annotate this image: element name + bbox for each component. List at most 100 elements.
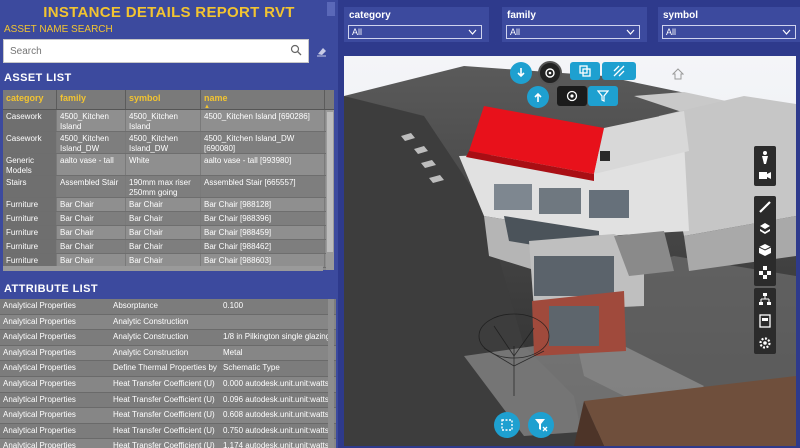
settings-icon[interactable] [758,336,772,350]
upload-icon [534,92,542,102]
column-header-name-label: name [204,93,228,103]
clear-filter-icon [535,419,548,432]
attribute-row[interactable]: Analytical Properties Heat Transfer Coeff… [0,393,336,409]
table-cell: Furniture [3,198,57,211]
attribute-cell: 0.100 [223,301,244,310]
attribute-cell: Analytic Construction [113,347,189,357]
table-row[interactable]: Casework 4500_Kitchen Island 4500_Kitchen … [3,110,334,132]
attribute-cell: 0.000 autodesk.unit.unit:watts... [223,378,328,388]
asset-table-header: category family symbol name ▲ [3,90,334,110]
attribute-cell [220,315,328,330]
symbol-select[interactable]: All [662,25,796,39]
chevron-down-icon [468,29,477,35]
attribute-table-scrollbar[interactable] [328,299,334,448]
table-cell: 4500_Kitchen Island_DW [690080] [201,132,325,153]
attribute-row[interactable]: Analytical Properties Heat Transfer Coeff… [0,424,336,440]
family-select[interactable]: All [506,25,640,39]
table-cell: Casework [3,132,57,153]
table-cell: Bar Chair [57,240,126,253]
attribute-table: Analytical Properties Absorptance 0.100 Ana… [0,299,336,448]
orbit-button[interactable] [538,61,562,85]
table-row[interactable]: Furniture Bar Chair Bar Chair Bar Chair [98… [3,198,334,212]
table-cell: Bar Chair [988128] [201,198,325,211]
filter-button[interactable] [588,86,618,106]
search-box[interactable] [3,39,309,63]
column-header-symbol[interactable]: symbol [126,90,201,109]
download-button[interactable] [510,62,532,84]
select-box-icon [501,419,513,431]
tree-icon[interactable] [758,292,772,306]
attribute-cell: 1.174 autodesk.unit.unit:watts... [223,441,328,448]
home-icon[interactable] [672,68,684,80]
table-cell: Bar Chair [57,198,126,211]
symbol-select-value: All [666,27,677,37]
attribute-table-body: Analytical Properties Absorptance 0.100 Ana… [0,299,336,448]
scrollbar-thumb[interactable] [327,112,333,252]
table-row[interactable]: Furniture Bar Chair Bar Chair Bar Chair [98… [3,212,334,226]
table-row[interactable]: Generic Models aalto vase - tall White aalt… [3,154,334,176]
section-icon[interactable] [758,221,772,235]
attribute-list-title: ATTRIBUTE LIST [4,283,98,295]
table-cell: 4500_Kitchen Island [57,110,126,131]
table-row[interactable]: Furniture Bar Chair Bar Chair Bar Chair [98… [3,240,334,254]
explode-icon[interactable] [758,265,772,279]
table-cell: Bar Chair [126,226,201,239]
attribute-row[interactable]: Analytical Properties Analytic Constructi… [0,330,336,346]
attribute-cell: Analytical Properties [3,363,76,373]
search-input[interactable] [4,40,274,62]
table-cell: Assembled Stair [665557] [201,176,325,197]
asset-list-title: ASSET LIST [4,72,72,84]
attribute-row[interactable]: Analytical Properties Heat Transfer Coeff… [0,439,336,448]
attribute-row[interactable]: Analytical Properties Heat Transfer Coeff… [0,376,336,393]
attribute-cell: Analytical Properties [3,394,76,404]
attribute-row[interactable]: Analytical Properties Absorptance 0.100 [0,299,336,315]
model-viewer[interactable] [344,56,796,446]
person-icon[interactable] [758,150,772,164]
camera-icon[interactable] [758,168,772,182]
asset-table: category family symbol name ▲ Casework 45… [3,90,334,270]
category-select[interactable]: All [348,25,482,39]
attribute-cell: Heat Transfer Coefficient (U) [113,410,215,420]
copy-button[interactable] [570,62,600,80]
asset-table-hscrollbar[interactable] [3,266,323,271]
attribute-cell: Analytical Properties [3,301,76,310]
hatch-button[interactable] [602,62,636,80]
family-filter-label: family [507,10,536,21]
attribute-row[interactable]: Analytical Properties Analytic Constructi… [0,314,336,331]
symbol-filter: symbol All [658,7,800,42]
attribute-cell: Analytical Properties [3,441,76,448]
table-row[interactable]: Furniture Bar Chair Bar Chair Bar Chair [98… [3,226,334,240]
attribute-cell: 0.096 autodesk.unit.unit:watts... [223,394,328,404]
asset-table-scrollbar[interactable] [326,110,334,270]
attribute-row[interactable]: Analytical Properties Heat Transfer Coeff… [0,408,336,424]
table-cell: aalto vase - tall [993980] [201,154,325,175]
properties-icon[interactable] [758,314,772,328]
table-cell: Bar Chair [126,212,201,225]
target-button[interactable] [557,86,587,106]
panel-scrollbar[interactable] [327,2,335,16]
select-box-button[interactable] [494,412,520,438]
table-cell: 190mm max riser 250mm going [126,176,201,197]
sort-ascending-icon: ▲ [204,104,210,110]
table-cell: Bar Chair [988462] [201,240,325,253]
table-cell: aalto vase - tall [57,154,126,175]
clear-filter-button[interactable] [528,412,554,438]
chevron-down-icon [782,29,791,35]
table-row[interactable]: Casework 4500_Kitchen Island_DW 4500_Kitch… [3,132,334,154]
attribute-cell: 1/8 in Pilkington single glazing [223,332,328,342]
eraser-icon[interactable] [316,45,328,57]
asset-table-body: Casework 4500_Kitchen Island 4500_Kitchen … [3,110,334,268]
attribute-cell: Absorptance [113,301,158,310]
cube-icon[interactable] [758,243,772,257]
column-header-family[interactable]: family [57,90,126,109]
search-icon[interactable] [290,44,302,56]
table-row[interactable]: Stairs Assembled Stair 190mm max riser 250… [3,176,334,198]
column-header-name[interactable]: name ▲ [201,90,325,110]
attribute-row[interactable]: Analytical Properties Analytic Constructi… [0,345,336,362]
attribute-row[interactable]: Analytical Properties Define Thermal Prop… [0,361,336,377]
attribute-cell: 0.750 autodesk.unit.unit:watts... [223,425,328,435]
column-header-category[interactable]: category [3,90,57,109]
building-model-render[interactable] [344,56,796,446]
measure-icon[interactable] [758,200,772,214]
upload-button[interactable] [527,86,549,108]
